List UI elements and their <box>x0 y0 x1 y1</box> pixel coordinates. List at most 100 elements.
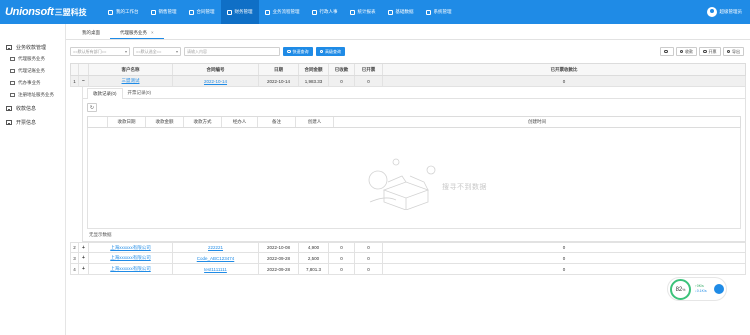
sidebar-item-address[interactable]: 注册地址服务业务 <box>0 89 65 101</box>
toolbar: 收款 开票 导出 <box>658 47 744 56</box>
invoice-button[interactable]: 开票 <box>699 47 721 56</box>
column-header[interactable]: 备注 <box>258 117 296 127</box>
refresh-button[interactable] <box>660 47 674 56</box>
column-header[interactable]: 收款金额 <box>146 117 184 127</box>
column-header[interactable]: 经办人 <box>222 117 258 127</box>
nav-contract[interactable]: 合同管理 <box>183 0 221 24</box>
invoice-icon <box>703 49 707 54</box>
customer-link[interactable]: 三盟测试 <box>122 78 140 84</box>
tab-invoice-records[interactable]: 开票记录(0) <box>123 88 157 98</box>
column-header[interactable]: 创建时间 <box>334 117 740 127</box>
detail-table-header: 收款日期 收款金额 收款方式 经办人 备注 创建人 创建时间 <box>87 116 741 128</box>
chevron-down-icon: ▾ <box>124 49 127 54</box>
close-icon[interactable]: × <box>151 30 154 35</box>
column-header[interactable]: 合同金额 <box>299 64 329 75</box>
doc-icon <box>10 81 15 85</box>
main-nav: 我的工作台 销售管理 合同管理 财务管理 业务流程管理 行政人事 统计报表 基础… <box>102 0 458 24</box>
nav-basedata[interactable]: 基础数据 <box>382 0 420 24</box>
department-select[interactable]: ==默认所有部门== ▾ <box>70 47 130 56</box>
filter-bar: ==默认所有部门== ▾ ==默认选全== ▾ 请输入内容 快速查询 高级查询 <box>70 46 348 57</box>
sidebar-group-invoices[interactable]: 开票信息 <box>0 117 65 128</box>
no-data-label: 无显示数据 <box>89 232 112 237</box>
logo: Unionsoft 三盟科技 <box>0 0 88 24</box>
contract-link[interactable]: 2022-10-14 <box>204 79 227 84</box>
contract-link[interactable]: test1111111 <box>204 267 227 272</box>
user-name: 超级管理员 <box>719 9 743 14</box>
column-header[interactable]: 创建人 <box>296 117 334 127</box>
empty-box-icon <box>368 158 436 210</box>
page-tabs: 我的桌面 代理服务业务 × <box>66 24 750 40</box>
sidebar-group-collection[interactable]: 业务收款管理 <box>0 42 65 53</box>
logo-text: Unionsoft <box>5 6 54 18</box>
search-icon <box>319 49 323 54</box>
nav-hr[interactable]: 行政人事 <box>306 0 344 24</box>
column-header[interactable]: 收款日期 <box>108 117 146 127</box>
receive-payment-button[interactable]: 收款 <box>675 47 697 56</box>
expand-icon[interactable]: + <box>79 253 89 263</box>
yen-icon <box>679 49 683 54</box>
doc-icon <box>10 93 15 97</box>
network-speed-widget[interactable]: 82% ↑0K/s ↓0.1K/s <box>667 277 727 301</box>
table-row[interactable]: 2 + 上海xxxxxx有限公司 222221 2022-10-08 4,900… <box>70 242 746 253</box>
sidebar-item-bookkeeping[interactable]: 代理记账业务 <box>0 65 65 77</box>
column-header[interactable]: 已收款 <box>329 64 355 75</box>
search-input[interactable]: 请输入内容 <box>184 47 280 56</box>
sidebar-group-receipts[interactable]: 收款信息 <box>0 103 65 114</box>
column-header[interactable]: 合同编号 <box>173 64 259 75</box>
scope-select[interactable]: ==默认选全== ▾ <box>133 47 181 56</box>
tab-receipt-records[interactable]: 收款记录(0) <box>87 87 123 99</box>
folder-icon <box>6 106 12 111</box>
advanced-search-button[interactable]: 高级查询 <box>315 47 345 56</box>
row-detail-panel: 收款记录(0) 开票记录(0) ↻ 收款日期 收款金额 收款方式 经办人 备注 … <box>82 86 746 242</box>
export-icon <box>726 49 730 54</box>
customer-link[interactable]: 上海xxxxxx有限公司 <box>110 266 151 272</box>
column-header[interactable]: 客户名称 <box>89 64 173 75</box>
quick-search-button[interactable]: 快速查询 <box>283 47 313 56</box>
speed-readout: ↑0K/s ↓0.1K/s <box>695 284 707 293</box>
expand-icon[interactable]: + <box>79 264 89 274</box>
sidebar-item-errand[interactable]: 代办事业务 <box>0 77 65 89</box>
search-icon <box>287 49 291 54</box>
user-menu[interactable]: 超级管理员 <box>706 0 743 24</box>
expand-icon[interactable]: + <box>79 243 89 252</box>
column-header[interactable]: 已开票 <box>355 64 383 75</box>
customer-link[interactable]: 上海xxxxxx有限公司 <box>110 255 151 261</box>
home-icon <box>108 9 113 15</box>
gear-icon <box>425 9 431 15</box>
main-content: ==默认所有部门== ▾ ==默认选全== ▾ 请输入内容 快速查询 高级查询 收款… <box>66 40 750 335</box>
contract-link[interactable]: 222221 <box>208 245 223 250</box>
nav-sales[interactable]: 销售管理 <box>145 0 183 24</box>
customer-link[interactable]: 上海xxxxxx有限公司 <box>110 245 151 251</box>
nav-system[interactable]: 系统管理 <box>420 0 458 24</box>
sidebar-item-agency[interactable]: 代理服务业务 <box>0 53 65 65</box>
table-row[interactable]: 3 + 上海xxxxxx有限公司 Code_ABC123474 2022-09-… <box>70 253 746 264</box>
tab-agency-service[interactable]: 代理服务业务 × <box>110 27 164 39</box>
nav-workbench[interactable]: 我的工作台 <box>102 0 145 24</box>
detail-tabs: 收款记录(0) 开票记录(0) <box>83 87 745 99</box>
database-icon <box>387 9 393 15</box>
top-nav-bar: Unionsoft 三盟科技 我的工作台 销售管理 合同管理 财务管理 业务流程… <box>0 0 750 24</box>
contracts-table-continued: 2 + 上海xxxxxx有限公司 222221 2022-10-08 4,900… <box>70 242 746 275</box>
assistant-icon[interactable] <box>714 284 724 294</box>
nav-workflow[interactable]: 业务流程管理 <box>259 0 306 24</box>
logo-cn-text: 三盟科技 <box>54 7 87 17</box>
nav-finance[interactable]: 财务管理 <box>220 0 259 24</box>
chart-icon <box>349 9 355 15</box>
detail-refresh-button[interactable]: ↻ <box>87 103 97 112</box>
contracts-table: 客户名称 合同编号 日期 合同金额 已收款 已开票 已开票收款比 1 − 三盟测… <box>70 63 746 87</box>
chevron-down-icon: ▾ <box>175 49 178 54</box>
finance-icon <box>226 9 232 15</box>
detail-table-body: 搜寻不到数据 <box>87 128 741 229</box>
nav-reports[interactable]: 统计报表 <box>344 0 382 24</box>
contract-icon <box>188 9 194 15</box>
table-row[interactable]: 4 + 上海xxxxxx有限公司 test1111111 2022-09-28 … <box>70 264 746 275</box>
tab-desktop[interactable]: 我的桌面 <box>72 27 110 39</box>
folder-icon <box>6 45 12 50</box>
column-header[interactable]: 收款方式 <box>184 117 222 127</box>
collapse-icon[interactable]: − <box>79 76 89 86</box>
export-button[interactable]: 导出 <box>722 47 744 56</box>
contract-link[interactable]: Code_ABC123474 <box>197 256 235 261</box>
column-header[interactable]: 已开票收款比 <box>383 64 745 75</box>
column-header[interactable]: 日期 <box>259 64 299 75</box>
doc-icon <box>10 69 15 73</box>
